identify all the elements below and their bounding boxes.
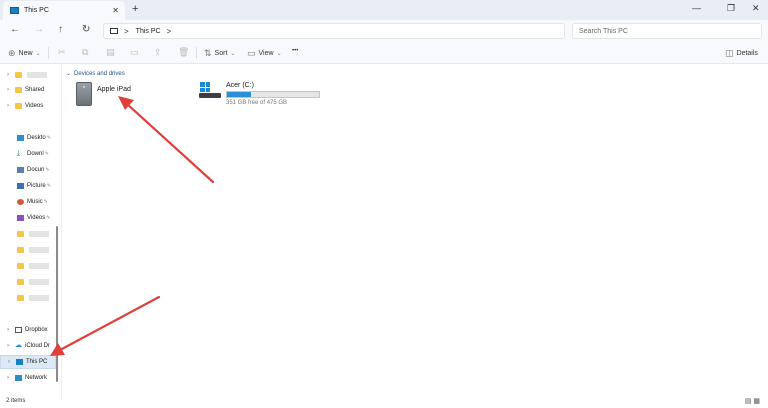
arrow-to-this-pc <box>50 295 161 356</box>
arrow-to-ipad <box>118 96 215 184</box>
annotation-arrows <box>50 96 215 356</box>
status-item-count: 2 items <box>6 398 26 404</box>
view-mode-icons[interactable]: ▤ ▦ <box>745 397 760 405</box>
